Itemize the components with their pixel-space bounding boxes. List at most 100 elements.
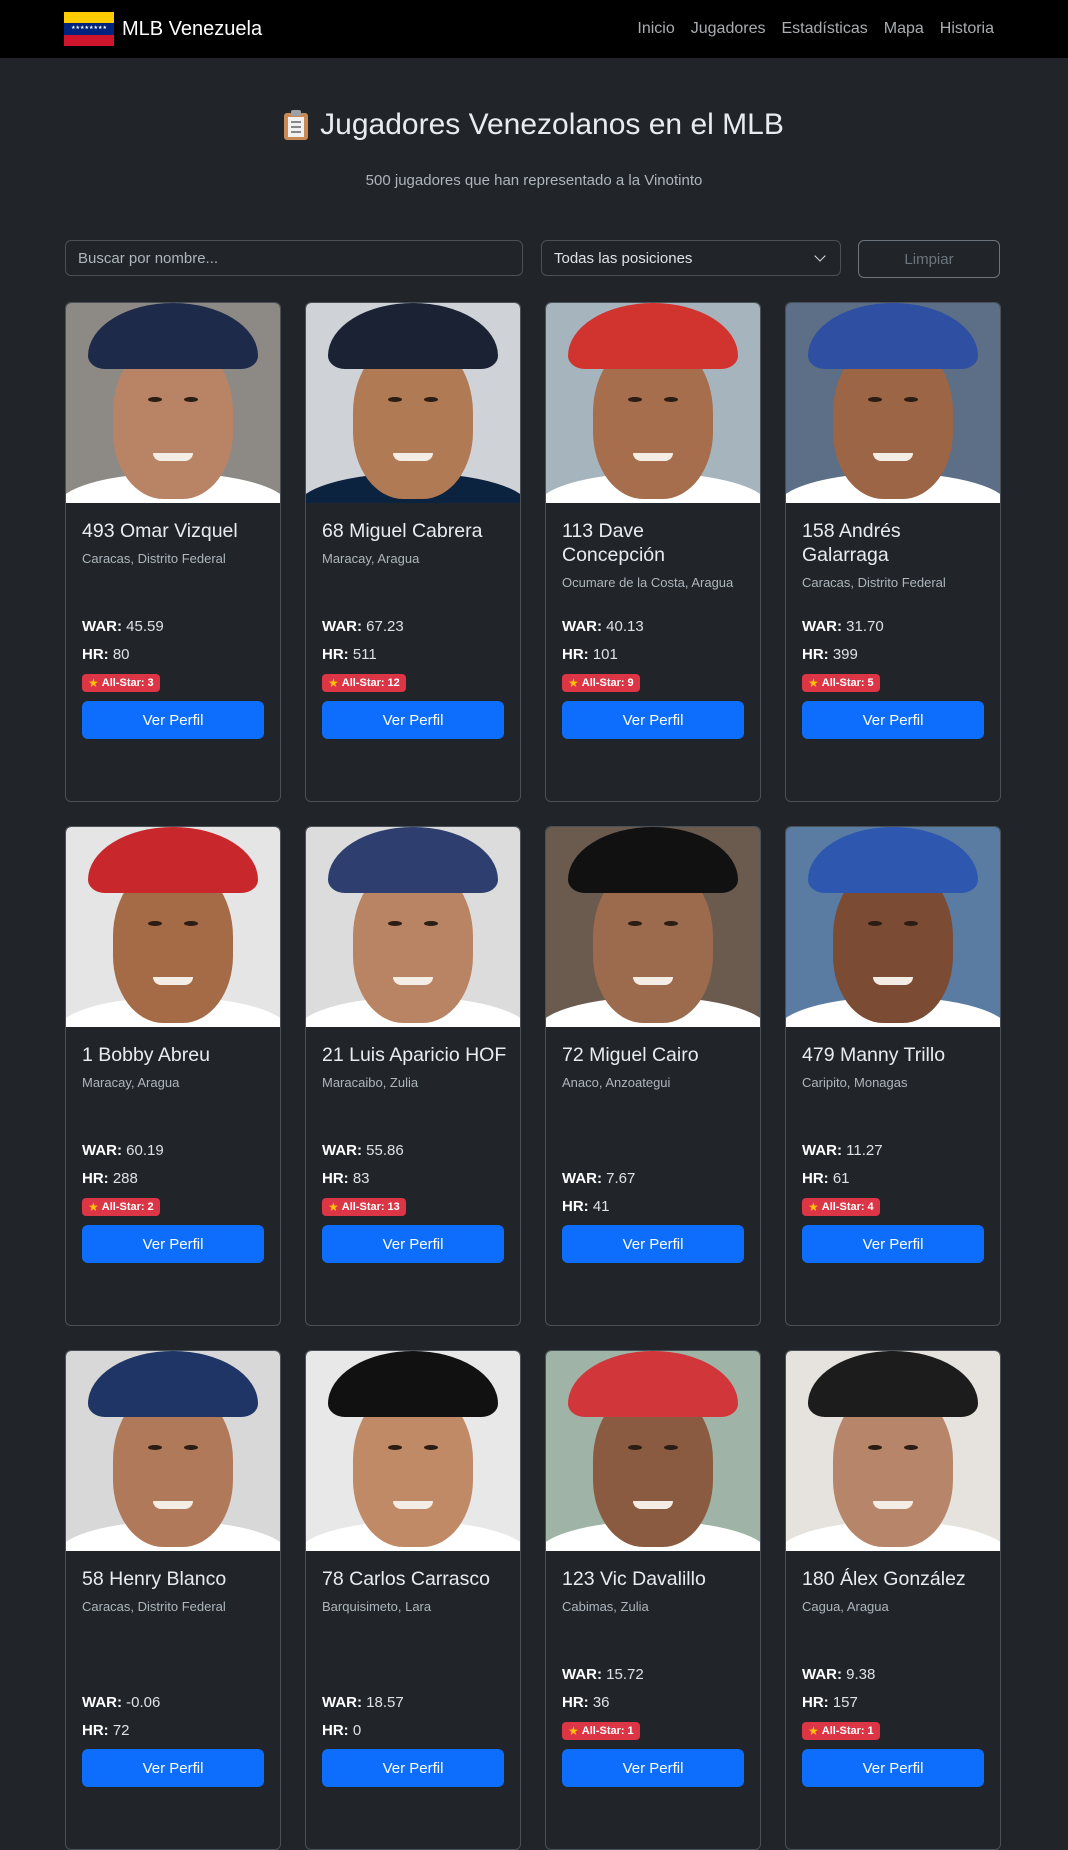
stat-hr: HR: 72 — [82, 1717, 268, 1745]
view-profile-button[interactable]: Ver Perfil — [82, 1225, 264, 1263]
allstar-count: 3 — [147, 677, 154, 689]
stat-war: WAR: 40.13 — [562, 613, 748, 641]
stat-hr: HR: 399 — [802, 641, 988, 669]
stat-war-label: WAR: — [322, 1694, 362, 1711]
nav-link-historia[interactable]: Historia — [940, 20, 994, 38]
stat-hr-value: 41 — [592, 1198, 610, 1215]
view-profile-button[interactable]: Ver Perfil — [802, 1749, 984, 1787]
star-icon: ★ — [808, 676, 819, 690]
player-info: 72 Miguel Cairo Anaco, Anzoategui — [562, 1043, 748, 1090]
stat-war-value: 45.59 — [126, 618, 164, 635]
view-profile-button[interactable]: Ver Perfil — [82, 701, 264, 739]
search-input[interactable] — [65, 240, 523, 276]
player-name[interactable]: 123 Vic Davalillo — [562, 1567, 748, 1591]
position-select[interactable]: Todas las posiciones — [541, 240, 841, 276]
stat-hr: HR: 157 — [802, 1689, 988, 1717]
allstar-label: All-Star: — [101, 1201, 145, 1213]
view-profile-button[interactable]: Ver Perfil — [802, 1225, 984, 1263]
nav-link-estadisticas[interactable]: Estadísticas — [781, 20, 867, 38]
player-info: 68 Miguel Cabrera Maracay, Aragua — [322, 519, 508, 566]
player-name[interactable]: 180 Álex González — [802, 1567, 988, 1591]
view-profile-button[interactable]: Ver Perfil — [322, 1749, 504, 1787]
allstar-badge: ★ All-Star: 13 — [322, 1198, 406, 1216]
nav-link-jugadores[interactable]: Jugadores — [691, 20, 766, 38]
stat-hr-value: 157 — [832, 1694, 858, 1711]
stat-war-label: WAR: — [322, 1142, 362, 1159]
player-birthplace: Cabimas, Zulia — [562, 1599, 649, 1614]
player-info: 1 Bobby Abreu Maracay, Aragua — [82, 1043, 268, 1090]
stat-war-value: 67.23 — [366, 618, 404, 635]
allstar-count: 12 — [387, 677, 400, 689]
clear-button[interactable]: Limpiar — [858, 240, 1000, 278]
player-card: 72 Miguel Cairo Anaco, Anzoategui WAR: 7… — [545, 826, 761, 1326]
allstar-badge: ★ All-Star: 12 — [322, 674, 406, 692]
player-name[interactable]: 78 Carlos Carrasco — [322, 1567, 508, 1591]
brand-name[interactable]: MLB Venezuela — [122, 18, 262, 41]
player-photo — [306, 303, 520, 503]
view-profile-button[interactable]: Ver Perfil — [562, 1749, 744, 1787]
stat-war: WAR: 15.72 — [562, 1661, 748, 1689]
view-profile-button[interactable]: Ver Perfil — [802, 701, 984, 739]
player-name[interactable]: 158 Andrés Galarraga — [802, 519, 988, 567]
player-name[interactable]: 493 Omar Vizquel — [82, 519, 268, 543]
stat-hr-value: 61 — [832, 1170, 850, 1187]
stat-war-value: 18.57 — [366, 1694, 404, 1711]
clipboard-icon — [284, 110, 309, 140]
player-card: 123 Vic Davalillo Cabimas, Zulia WAR: 15… — [545, 1350, 761, 1850]
stat-war-value: 9.38 — [846, 1666, 876, 1683]
stat-hr-label: HR: — [562, 646, 589, 663]
stat-war: WAR: 9.38 — [802, 1661, 988, 1689]
stat-hr-label: HR: — [82, 1170, 109, 1187]
stat-war: WAR: 7.67 — [562, 1165, 748, 1193]
stat-war-value: 15.72 — [606, 1666, 644, 1683]
stat-hr-label: HR: — [82, 646, 109, 663]
allstar-count: 1 — [867, 1725, 874, 1737]
stat-war-label: WAR: — [82, 1142, 122, 1159]
stat-war-value: 55.86 — [366, 1142, 404, 1159]
stat-hr-value: 0 — [352, 1722, 362, 1739]
player-name[interactable]: 113 Dave Concepción — [562, 519, 748, 567]
allstar-count: 9 — [627, 677, 634, 689]
view-profile-button[interactable]: Ver Perfil — [562, 701, 744, 739]
player-name[interactable]: 1 Bobby Abreu — [82, 1043, 268, 1067]
view-profile-button[interactable]: Ver Perfil — [322, 701, 504, 739]
player-info: 123 Vic Davalillo Cabimas, Zulia — [562, 1567, 748, 1614]
allstar-badge: ★ All-Star: 3 — [82, 674, 160, 692]
stat-war: WAR: -0.06 — [82, 1689, 268, 1717]
stat-war-value: 11.27 — [846, 1142, 883, 1159]
player-photo — [546, 303, 760, 503]
stat-war-value: 7.67 — [606, 1170, 636, 1187]
player-birthplace: Ocumare de la Costa, Aragua — [562, 575, 734, 590]
nav-link-inicio[interactable]: Inicio — [637, 20, 674, 38]
stat-hr: HR: 41 — [562, 1193, 748, 1221]
player-info: 21 Luis Aparicio HOF Maracaibo, Zulia — [322, 1043, 508, 1090]
view-profile-button[interactable]: Ver Perfil — [562, 1225, 744, 1263]
stat-hr-label: HR: — [562, 1198, 589, 1215]
player-card: 78 Carlos Carrasco Barquisimeto, Lara WA… — [305, 1350, 521, 1850]
player-name[interactable]: 479 Manny Trillo — [802, 1043, 988, 1067]
player-name[interactable]: 58 Henry Blanco — [82, 1567, 268, 1591]
player-name[interactable]: 68 Miguel Cabrera — [322, 519, 508, 543]
nav-link-mapa[interactable]: Mapa — [884, 20, 924, 38]
player-name[interactable]: 72 Miguel Cairo — [562, 1043, 748, 1067]
player-photo — [546, 1351, 760, 1551]
brand[interactable]: ★★★★★★★★ MLB Venezuela — [64, 12, 262, 46]
stat-hr: HR: 288 — [82, 1165, 268, 1193]
player-info: 180 Álex González Cagua, Aragua — [802, 1567, 988, 1614]
view-profile-button[interactable]: Ver Perfil — [322, 1225, 504, 1263]
stat-hr-value: 101 — [592, 646, 618, 663]
allstar-label: All-Star: — [821, 677, 865, 689]
player-photo — [306, 827, 520, 1027]
allstar-badge: ★ All-Star: 4 — [802, 1198, 880, 1216]
nav-links: Inicio Jugadores Estadísticas Mapa Histo… — [637, 0, 994, 58]
star-icon: ★ — [88, 1200, 99, 1214]
player-photo — [546, 827, 760, 1027]
player-photo — [786, 303, 1000, 503]
view-profile-button[interactable]: Ver Perfil — [82, 1749, 264, 1787]
star-icon: ★ — [568, 1724, 579, 1738]
player-name[interactable]: 21 Luis Aparicio HOF — [322, 1043, 508, 1067]
allstar-label: All-Star: — [821, 1201, 865, 1213]
allstar-count: 5 — [867, 677, 874, 689]
player-photo — [66, 303, 280, 503]
stat-hr-label: HR: — [322, 1170, 349, 1187]
